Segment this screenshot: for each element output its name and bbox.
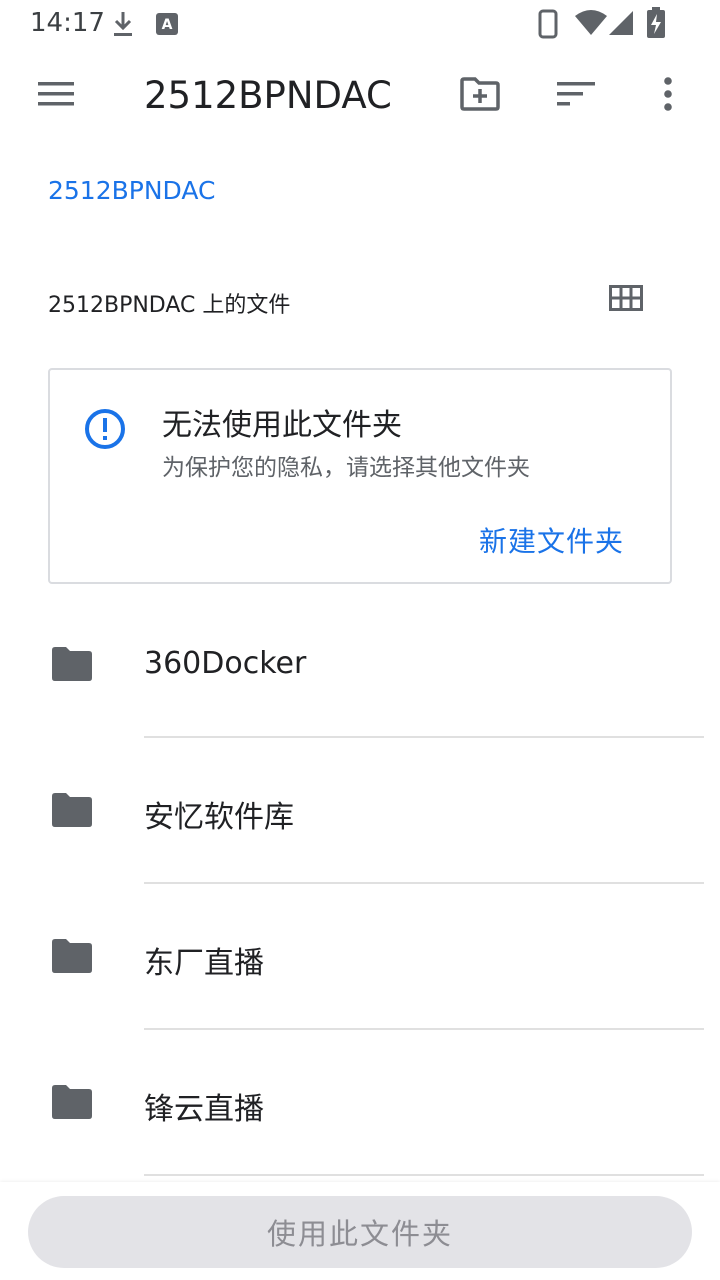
grid-view-icon (609, 285, 643, 315)
page-title: 2512BPNDAC (144, 74, 392, 117)
notification-a-icon: A (156, 13, 178, 39)
folder-name: 安忆软件库 (144, 800, 294, 835)
sort-icon (557, 81, 595, 111)
folder-list: 360Docker 安忆软件库 东厂直播 锋云直播 (0, 592, 720, 1176)
grid-view-button[interactable] (598, 276, 654, 324)
status-time: 14:17 (30, 8, 105, 38)
use-this-folder-button[interactable]: 使用此文件夹 (28, 1196, 692, 1268)
folder-icon (52, 939, 92, 977)
folder-icon (52, 793, 92, 831)
warning-card: 无法使用此文件夹 为保护您的隐私，请选择其他文件夹 新建文件夹 (48, 368, 672, 584)
sort-button[interactable] (548, 68, 604, 124)
bottom-bar: 使用此文件夹 (0, 1182, 720, 1280)
list-item[interactable]: 东厂直播 (0, 884, 720, 1030)
breadcrumb[interactable]: 2512BPNDAC (48, 176, 215, 205)
battery-charging-icon (646, 7, 666, 43)
more-vert-icon (663, 77, 673, 115)
folder-icon (52, 647, 92, 685)
menu-button[interactable] (28, 68, 84, 124)
app-bar: 2512BPNDAC (0, 48, 720, 144)
more-options-button[interactable] (640, 68, 696, 124)
folder-name: 360Docker (144, 646, 307, 681)
signal-icon (608, 10, 634, 40)
new-folder-button[interactable] (452, 68, 508, 124)
info-alert-icon (84, 408, 126, 454)
download-icon (112, 10, 134, 42)
list-item[interactable]: 安忆软件库 (0, 738, 720, 884)
new-folder-icon (460, 77, 500, 115)
status-bar: 14:17 A (0, 0, 720, 48)
svg-text:A: A (162, 17, 173, 33)
warning-subtitle: 为保护您的隐私，请选择其他文件夹 (162, 455, 530, 481)
create-folder-link[interactable]: 新建文件夹 (479, 520, 624, 560)
phone-icon (538, 9, 558, 43)
folder-name: 锋云直播 (144, 1092, 264, 1127)
wifi-icon (574, 10, 608, 40)
list-item[interactable]: 锋云直播 (0, 1030, 720, 1176)
folder-name: 东厂直播 (144, 946, 264, 981)
list-item[interactable]: 360Docker (0, 592, 720, 738)
menu-icon (38, 81, 74, 111)
folder-icon (52, 1085, 92, 1123)
warning-title: 无法使用此文件夹 (162, 408, 402, 443)
divider (144, 1174, 704, 1176)
section-header: 2512BPNDAC 上的文件 (48, 293, 291, 318)
